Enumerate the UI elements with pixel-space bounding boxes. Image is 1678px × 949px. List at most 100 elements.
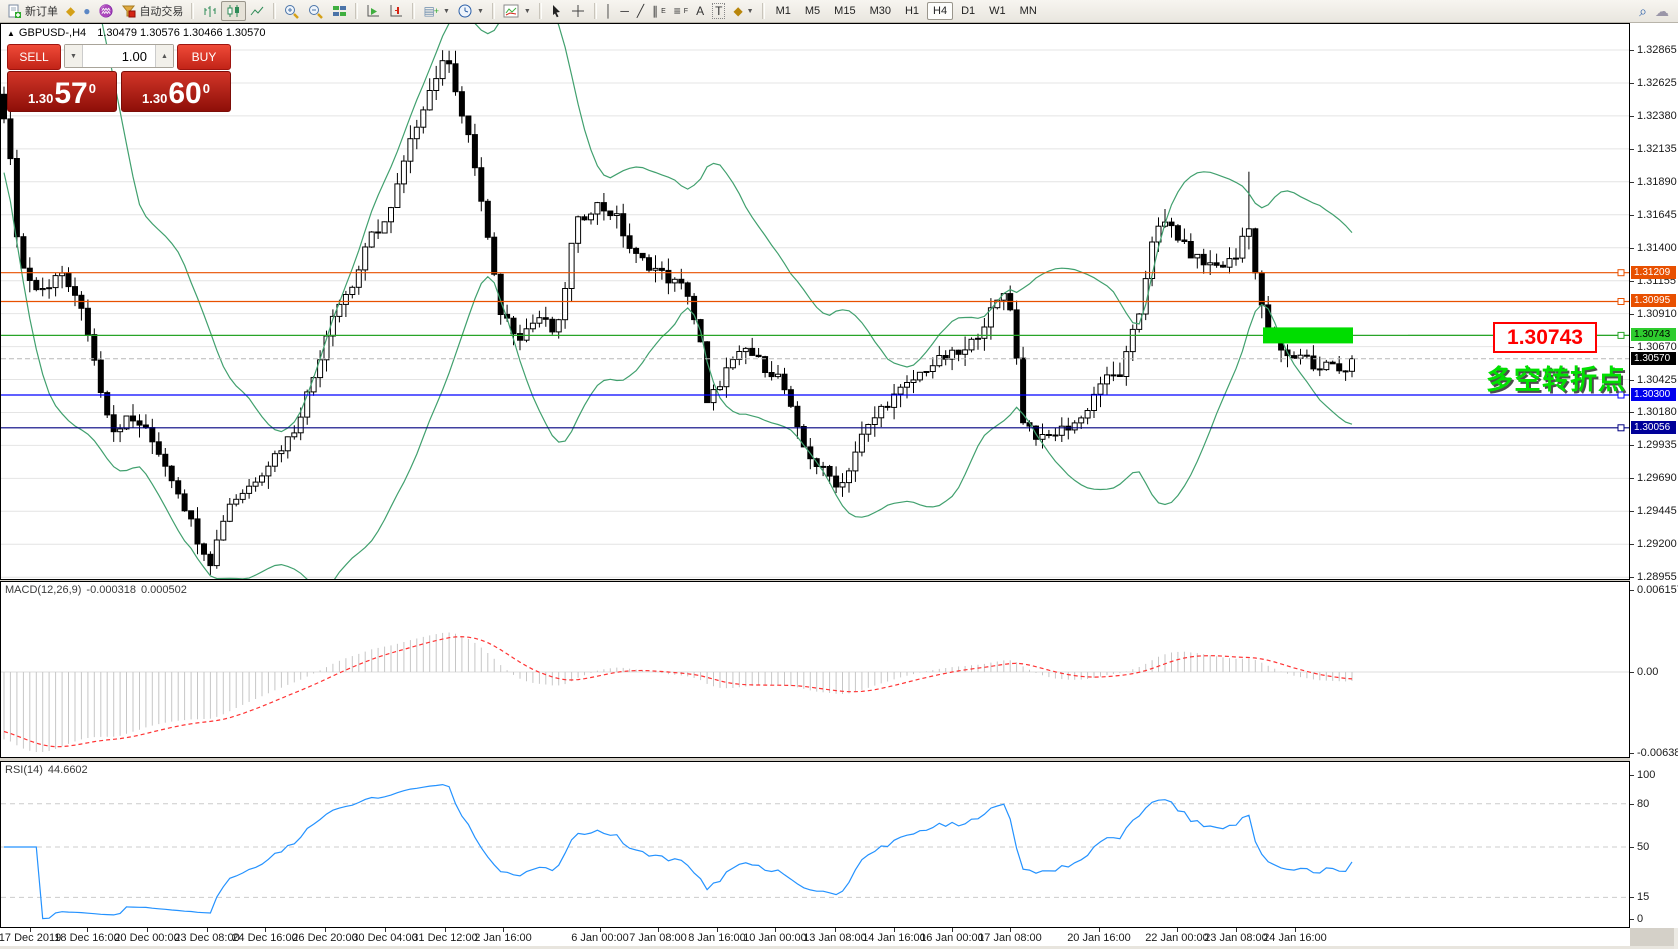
sell-price-button[interactable]: 1.30570 [7, 71, 117, 112]
timeframe-d1-button[interactable]: D1 [955, 2, 981, 20]
price-callout-label: 1.30743 [1493, 322, 1597, 353]
indicators-icon [503, 4, 520, 19]
time-tick-label: 30 Dec 04:00 [352, 932, 417, 944]
rsi-plot[interactable] [1, 762, 1629, 927]
trendline-button[interactable]: ╱ [633, 2, 648, 20]
market-depth-button[interactable]: ◆ [62, 2, 79, 20]
timeframe-h1-button[interactable]: H1 [899, 2, 925, 20]
time-tick-label: 7 Jan 08:00 [629, 932, 687, 944]
volume-increase-button[interactable]: ▲ [155, 45, 173, 67]
price-tick [1630, 149, 1634, 150]
price-level-badge: 1.30056 [1631, 421, 1676, 434]
timeframe-mn-button[interactable]: MN [1014, 2, 1043, 20]
timeframe-w1-button[interactable]: W1 [983, 2, 1012, 20]
arrows-button[interactable]: ◆▼ [729, 2, 757, 20]
price-tick [1630, 83, 1634, 84]
price-tick [1630, 281, 1634, 282]
timeframe-h4-button[interactable]: H4 [927, 2, 953, 20]
indicators-button[interactable]: ▼ [499, 2, 535, 21]
buy-price-small: 1.30 [142, 91, 167, 106]
macd-tick-label: 0.006157 [1637, 584, 1678, 596]
chat-icon[interactable]: ☁ [1655, 4, 1669, 18]
timeframe-m15-button[interactable]: M15 [828, 2, 861, 20]
time-tick-label: 10 Jan 00:00 [743, 932, 807, 944]
tile-windows-button[interactable] [328, 2, 351, 20]
tile-windows-icon [332, 4, 347, 18]
buy-button[interactable]: BUY [177, 44, 231, 70]
line-chart-button[interactable] [246, 2, 269, 20]
text-button[interactable]: A [692, 2, 708, 20]
chart-shift-button[interactable] [385, 2, 408, 20]
horizontal-line-button[interactable]: ─ [616, 2, 633, 20]
gold-icon: ◆ [66, 4, 75, 18]
one-click-toggle-icon[interactable]: ▲ [7, 29, 15, 38]
zoom-out-icon [308, 4, 324, 19]
one-click-trading-panel: SELL ▼ ▲ BUY 1.30570 1.30600 [7, 44, 231, 112]
fibonacci-icon: ≡ [674, 4, 681, 18]
price-scale[interactable]: 1.328651.326251.323801.321351.318901.316… [1630, 23, 1678, 928]
rsi-panel: RSI(14)44.6602 [0, 761, 1630, 928]
line-chart-icon [250, 4, 265, 18]
autotrading-label: 自动交易 [139, 3, 183, 19]
crosshair-button[interactable] [567, 2, 590, 20]
price-tick [1630, 511, 1634, 512]
time-tick-label: 20 Jan 16:00 [1067, 932, 1131, 944]
bar-chart-button[interactable] [198, 2, 221, 20]
macd-tick-label: -0.00638 [1637, 747, 1678, 759]
timeframe-m5-button[interactable]: M5 [799, 2, 826, 20]
price-tick-label: 1.29690 [1637, 472, 1677, 484]
volume-decrease-button[interactable]: ▼ [65, 45, 83, 67]
price-level-badge: 1.30995 [1631, 294, 1676, 307]
rsi-label: RSI(14) [5, 764, 43, 776]
buy-price-button[interactable]: 1.30600 [121, 71, 231, 112]
trendline-icon: ╱ [637, 4, 644, 18]
new-chart-button[interactable]: ▤+▼ [419, 2, 454, 20]
fibonacci-button[interactable]: ≡F [670, 2, 692, 20]
bar-chart-icon [202, 4, 217, 18]
timeframe-m30-button[interactable]: M30 [864, 2, 897, 20]
timeframe-m1-button[interactable]: M1 [770, 2, 797, 20]
autotrading-button[interactable]: 自动交易 [117, 1, 187, 21]
rsi-tick [1630, 804, 1634, 805]
macd-tick [1630, 753, 1634, 754]
channel-button[interactable]: ∥E [648, 2, 670, 20]
time-tick-label: 17 Dec 2019 [0, 932, 61, 944]
auto-scroll-button[interactable] [362, 2, 385, 20]
search-icon[interactable]: ⌕ [1639, 4, 1647, 18]
arrows-icon: ◆ [733, 4, 742, 18]
candlestick-plot[interactable] [1, 24, 1629, 579]
new-order-button[interactable]: 新订单 [3, 1, 62, 21]
cursor-button[interactable] [546, 2, 567, 20]
price-tick-label: 1.32380 [1637, 110, 1677, 122]
community-button[interactable]: ● [79, 2, 94, 20]
rsi-tick [1630, 919, 1634, 920]
vertical-line-button[interactable]: │ [601, 2, 617, 20]
macd-panel: MACD(12,26,9)-0.0003180.000502 [0, 581, 1630, 758]
sell-price-big: 57 [54, 79, 87, 109]
price-tick [1630, 215, 1634, 216]
channel-sub-label: E [661, 8, 666, 15]
crosshair-icon [571, 4, 586, 18]
text-label-button[interactable]: T [708, 1, 729, 21]
rsi-tick [1630, 897, 1634, 898]
volume-stepper: ▼ ▲ [64, 44, 174, 68]
zoom-out-button[interactable] [304, 2, 328, 21]
time-tick-label: 26 Dec 20:00 [292, 932, 357, 944]
dropdown-icon: ▼ [477, 8, 484, 15]
macd-plot[interactable] [1, 582, 1629, 757]
time-tick-label: 23 Jan 08:00 [1204, 932, 1268, 944]
periods-button[interactable]: ▼ [454, 2, 488, 21]
candlestick-chart-button[interactable] [221, 1, 246, 21]
macd-label-row: MACD(12,26,9)-0.0003180.000502 [5, 584, 192, 596]
zoom-in-button[interactable] [280, 2, 304, 21]
time-scale[interactable]: 17 Dec 201918 Dec 16:0020 Dec 00:0023 De… [0, 928, 1630, 946]
time-tick-label: 17 Jan 08:00 [978, 932, 1042, 944]
price-tick-label: 1.32135 [1637, 143, 1677, 155]
dropdown-icon: ▼ [747, 8, 754, 15]
signals-button[interactable]: ♒ [94, 2, 117, 20]
time-tick-label: 20 Dec 00:00 [114, 932, 179, 944]
volume-input[interactable] [83, 45, 155, 67]
sell-button[interactable]: SELL [7, 44, 61, 70]
fibonacci-sub-label: F [684, 8, 688, 15]
community-icon: ● [83, 4, 90, 18]
